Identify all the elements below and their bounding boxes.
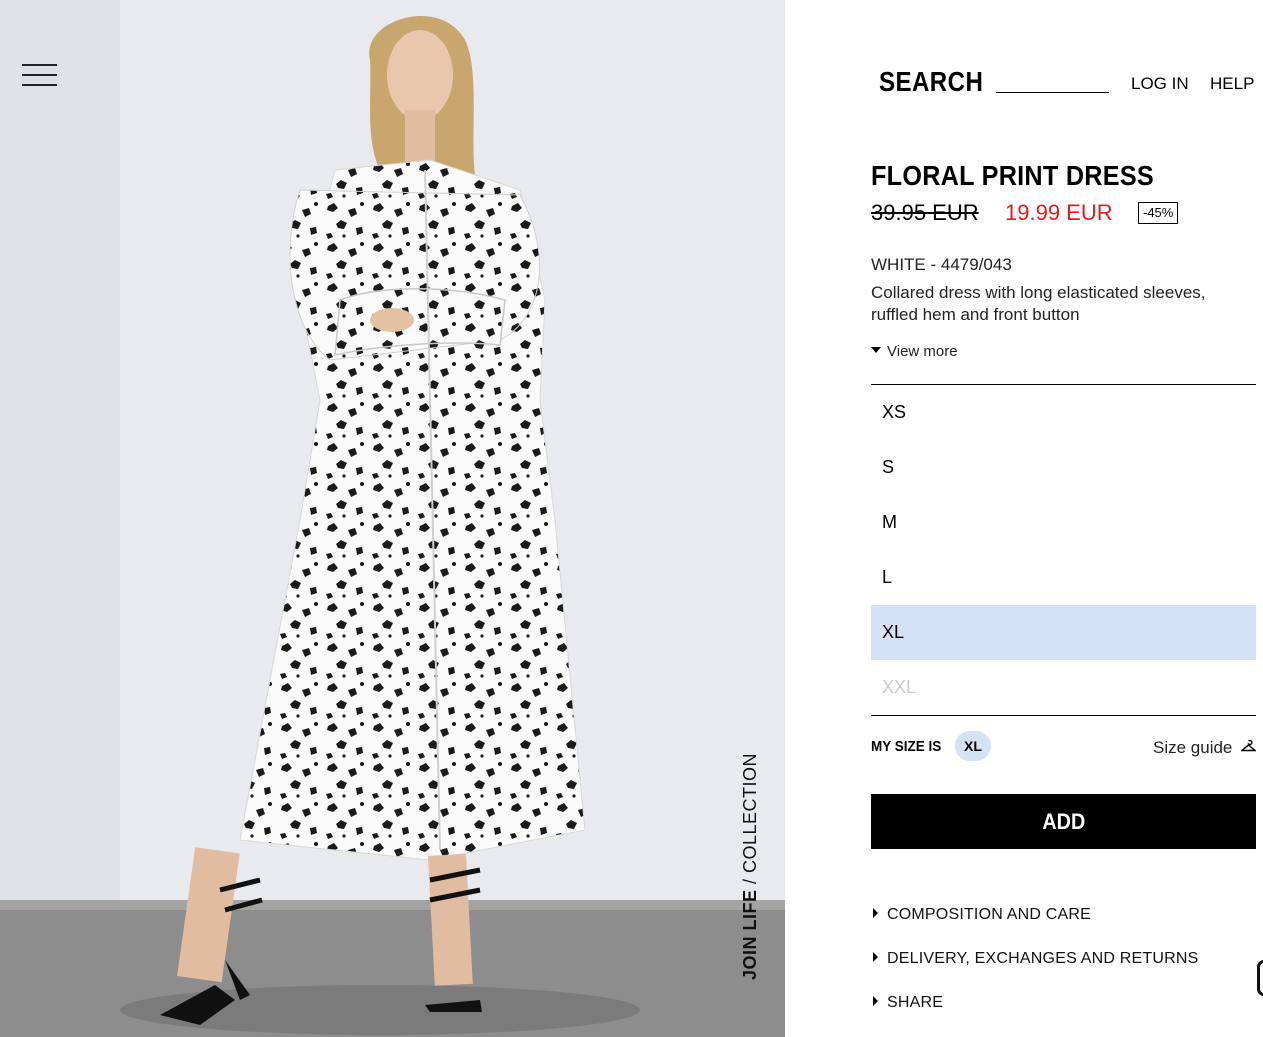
size-option-s[interactable]: S bbox=[871, 440, 1256, 495]
size-option-xs[interactable]: XS bbox=[871, 385, 1256, 440]
search-input-underline[interactable] bbox=[996, 92, 1109, 93]
accordion-label: DELIVERY, EXCHANGES AND RETURNS bbox=[887, 950, 1199, 967]
view-more-label: View more bbox=[887, 343, 958, 360]
accordion-label: SHARE bbox=[887, 994, 944, 1011]
caret-down-icon bbox=[871, 347, 881, 354]
help-link[interactable]: HELP bbox=[1210, 74, 1254, 94]
accordion-label: COMPOSITION AND CARE bbox=[887, 906, 1092, 923]
hanger-icon[interactable] bbox=[1241, 740, 1256, 752]
product-image[interactable]: JOIN LIFE / COLLECTION bbox=[0, 0, 785, 1037]
original-price: 39.95 EUR bbox=[871, 200, 979, 225]
discount-badge: -45% bbox=[1138, 202, 1179, 224]
size-selector: XS S M L XL XXL bbox=[871, 384, 1256, 716]
caret-right-icon bbox=[873, 951, 878, 962]
add-to-cart-button[interactable]: ADD bbox=[871, 794, 1256, 849]
chat-bubble-edge-icon[interactable] bbox=[1257, 960, 1263, 996]
view-more-link[interactable]: View more bbox=[871, 343, 958, 360]
login-link[interactable]: LOG IN bbox=[1131, 74, 1189, 94]
sale-price: 19.99 EUR bbox=[1005, 200, 1113, 225]
caret-right-icon bbox=[873, 995, 878, 1006]
size-option-xxl: XXL bbox=[882, 677, 917, 697]
caret-right-icon bbox=[873, 907, 878, 918]
join-life-label: JOIN LIFE bbox=[740, 889, 760, 980]
top-navigation: SEARCH LOG IN HELP bbox=[879, 66, 1259, 106]
product-title: FLORAL PRINT DRESS bbox=[871, 160, 1155, 191]
accordion-delivery-exchanges-returns[interactable]: DELIVERY, EXCHANGES AND RETURNS bbox=[873, 950, 1198, 968]
color-reference: WHITE - 4479/043 bbox=[871, 255, 1012, 274]
accordion-share[interactable]: SHARE bbox=[873, 994, 943, 1012]
size-guide-link[interactable]: Size guide bbox=[1153, 738, 1232, 758]
join-life-collection-label[interactable]: JOIN LIFE / COLLECTION bbox=[740, 753, 761, 980]
collection-label: / COLLECTION bbox=[740, 752, 760, 890]
size-option-m[interactable]: M bbox=[871, 495, 1256, 550]
my-size-label: MY SIZE IS bbox=[871, 738, 942, 755]
size-option-xl[interactable]: XL bbox=[871, 605, 1256, 660]
my-size-chip[interactable]: XL bbox=[955, 731, 991, 761]
add-button-label: ADD bbox=[1042, 808, 1085, 834]
size-option-l[interactable]: L bbox=[871, 550, 1256, 605]
product-description: Collared dress with long elasticated sle… bbox=[871, 283, 1206, 324]
model-photo bbox=[0, 0, 785, 1037]
search-label[interactable]: SEARCH bbox=[879, 66, 983, 98]
hamburger-menu-icon[interactable] bbox=[22, 64, 57, 88]
accordion-composition-and-care[interactable]: COMPOSITION AND CARE bbox=[873, 906, 1091, 924]
